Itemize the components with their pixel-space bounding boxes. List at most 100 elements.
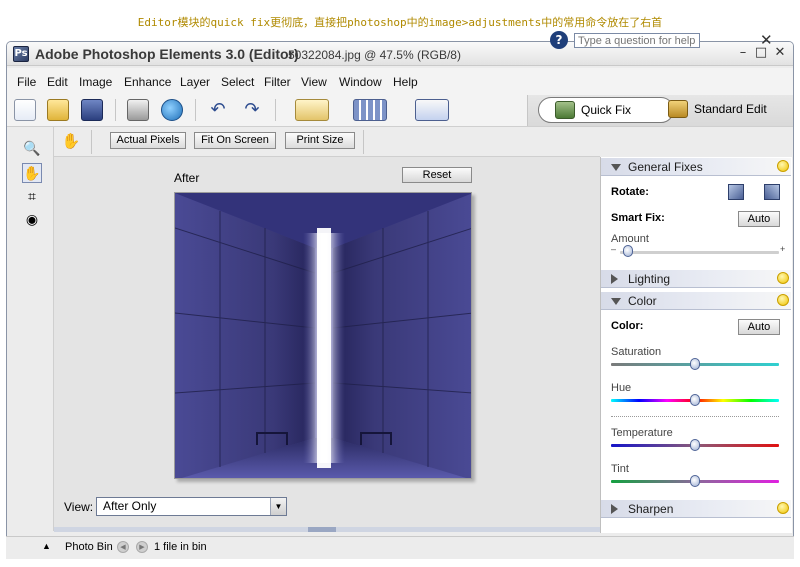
- quick-fix-icon: [555, 101, 575, 119]
- lightbulb-icon[interactable]: [777, 294, 789, 306]
- calendar-view-icon[interactable]: [415, 99, 449, 121]
- collapse-triangle-icon: [611, 164, 621, 171]
- lightbulb-icon[interactable]: [777, 160, 789, 172]
- red-eye-tool-icon[interactable]: ◉: [22, 210, 42, 230]
- general-fixes-header[interactable]: General Fixes: [601, 157, 791, 176]
- temperature-slider-thumb[interactable]: [690, 439, 700, 451]
- next-photo-icon[interactable]: ▶: [136, 541, 148, 553]
- divider-grip[interactable]: [308, 527, 336, 532]
- hue-slider-thumb[interactable]: [690, 394, 700, 406]
- options-separator: [363, 130, 364, 154]
- save-icon[interactable]: [81, 99, 103, 121]
- new-file-icon[interactable]: [14, 99, 36, 121]
- smart-fix-label: Smart Fix:: [611, 212, 665, 224]
- amount-slider[interactable]: [620, 251, 779, 254]
- corridor-photo: [175, 193, 471, 478]
- view-select[interactable]: After Only ▼: [96, 497, 287, 516]
- hand-tool-options-icon: ✋: [61, 132, 81, 150]
- menu-help[interactable]: Help: [393, 75, 418, 89]
- photo-bin-toggle-icon[interactable]: ▲: [42, 541, 51, 551]
- redo-icon[interactable]: ↷: [241, 99, 263, 121]
- general-fixes-title: General Fixes: [628, 160, 703, 174]
- standard-edit-icon: [668, 100, 688, 118]
- help-icon[interactable]: ?: [550, 31, 568, 49]
- lightbulb-icon[interactable]: [777, 502, 789, 514]
- menu-file[interactable]: File: [17, 75, 36, 89]
- photoshop-app-icon: Ps: [13, 46, 29, 62]
- close-window-button[interactable]: ✕: [772, 45, 788, 61]
- color-header[interactable]: Color: [601, 291, 791, 310]
- lightbulb-icon[interactable]: [777, 272, 789, 284]
- document-title: 50322084.jpg @ 47.5% (RGB/8): [288, 48, 461, 62]
- reset-button[interactable]: Reset: [402, 167, 472, 183]
- menu-edit[interactable]: Edit: [47, 75, 68, 89]
- menu-image[interactable]: Image: [79, 75, 112, 89]
- view-label: View:: [64, 500, 94, 514]
- caption-text: Editor模块的quick fix更彻底，直接把photoshop中的imag…: [137, 16, 663, 29]
- minus-icon: –: [611, 244, 617, 254]
- photo-preview[interactable]: [174, 192, 472, 479]
- open-folder-icon[interactable]: [47, 99, 69, 121]
- menu-select[interactable]: Select: [221, 75, 254, 89]
- print-size-button[interactable]: Print Size: [285, 132, 355, 149]
- lighting-title: Lighting: [628, 272, 671, 286]
- menu-window[interactable]: Window: [339, 75, 382, 89]
- chevron-down-icon[interactable]: ▼: [270, 498, 286, 515]
- toolbar-separator: [195, 99, 196, 121]
- photo-bin-label: Photo Bin: [65, 541, 113, 553]
- minimize-button[interactable]: –: [735, 45, 751, 61]
- rotate-right-icon[interactable]: [764, 184, 780, 200]
- toolbar-separator: [115, 99, 116, 121]
- plus-icon: +: [780, 244, 786, 254]
- expand-triangle-icon: [611, 274, 618, 284]
- smart-fix-auto-button[interactable]: Auto: [738, 211, 780, 227]
- close-document-icon[interactable]: ✕: [760, 31, 773, 49]
- tint-label: Tint: [611, 463, 629, 475]
- saturation-label: Saturation: [611, 346, 662, 358]
- fit-on-screen-button[interactable]: Fit On Screen: [194, 132, 276, 149]
- quick-fix-button[interactable]: Quick Fix: [538, 97, 674, 123]
- after-label: After: [174, 171, 200, 185]
- organizer-icon[interactable]: [295, 99, 329, 121]
- options-separator: [91, 130, 92, 154]
- app-title: Adobe Photoshop Elements 3.0 (Editor): [35, 46, 299, 62]
- color-section-divider: [611, 416, 779, 417]
- hand-tool-icon[interactable]: ✋: [22, 163, 42, 183]
- email-globe-icon[interactable]: [161, 99, 183, 121]
- crop-tool-icon[interactable]: ⌗: [22, 187, 42, 207]
- expand-triangle-icon: [611, 504, 618, 514]
- sharpen-header[interactable]: Sharpen: [601, 499, 791, 518]
- color-auto-button[interactable]: Auto: [738, 319, 780, 335]
- color-label: Color:: [611, 320, 644, 332]
- menu-view[interactable]: View: [301, 75, 327, 89]
- menu-filter[interactable]: Filter: [264, 75, 291, 89]
- undo-icon[interactable]: ↶: [207, 99, 229, 121]
- menu-bar: File Edit Image Enhance Layer Select Fil…: [7, 68, 793, 94]
- sharpen-title: Sharpen: [628, 502, 674, 516]
- amount-slider-thumb[interactable]: [622, 245, 633, 257]
- saturation-slider-thumb[interactable]: [690, 358, 700, 370]
- amount-label: Amount: [611, 233, 649, 245]
- hue-label: Hue: [611, 382, 632, 394]
- collapse-triangle-icon: [611, 298, 621, 305]
- standard-edit-label: Standard Edit: [694, 102, 767, 116]
- zoom-tool-icon[interactable]: 🔍: [22, 139, 42, 159]
- rotate-left-icon[interactable]: [728, 184, 744, 200]
- rotate-label: Rotate:: [611, 186, 649, 198]
- color-title: Color: [628, 294, 657, 308]
- lighting-header[interactable]: Lighting: [601, 269, 791, 288]
- menu-enhance[interactable]: Enhance: [124, 75, 171, 89]
- bin-count-text: 1 file in bin: [154, 541, 207, 553]
- menu-layer[interactable]: Layer: [180, 75, 210, 89]
- temperature-label: Temperature: [611, 427, 673, 439]
- actual-pixels-button[interactable]: Actual Pixels: [110, 132, 186, 149]
- quick-fix-label: Quick Fix: [581, 103, 632, 117]
- toolbar-separator: [275, 99, 276, 121]
- previous-photo-icon[interactable]: ◀: [117, 541, 129, 553]
- create-icon[interactable]: [353, 99, 387, 121]
- tint-slider-thumb[interactable]: [690, 475, 700, 487]
- standard-edit-button[interactable]: Standard Edit: [664, 97, 790, 123]
- view-select-value: After Only: [103, 499, 157, 513]
- print-icon[interactable]: [127, 99, 149, 121]
- help-search-input[interactable]: [574, 33, 700, 48]
